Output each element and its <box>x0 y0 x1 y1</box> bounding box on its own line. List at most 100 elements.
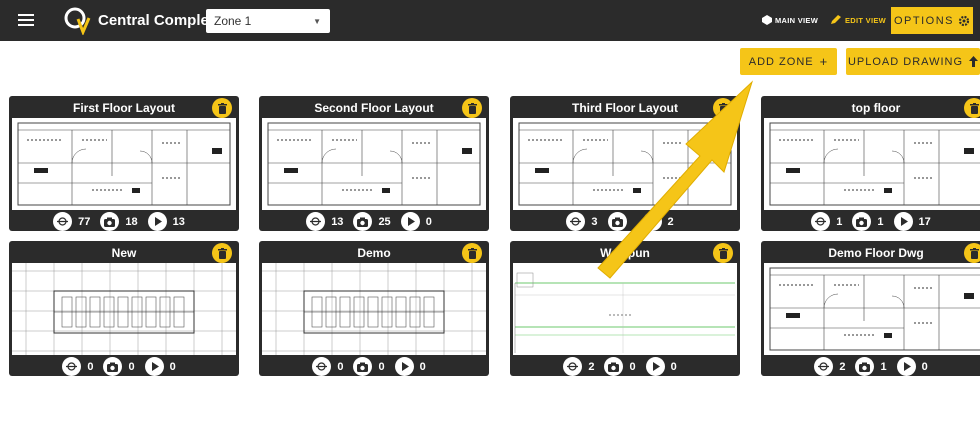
drawing-card[interactable]: Demo Floor Dwg 2 1 0 <box>761 241 980 376</box>
card-title: Second Floor Layout <box>314 101 434 115</box>
pin-icon <box>563 357 583 376</box>
photo-count: 25 <box>378 215 391 228</box>
pin-icon <box>53 212 73 231</box>
drawing-card[interactable]: Demo 0 0 0 <box>259 241 489 376</box>
pin-icon <box>566 212 586 231</box>
floor-plan-drawing <box>518 122 732 206</box>
drawing-thumbnail[interactable] <box>12 263 236 355</box>
pin-icon <box>306 212 326 231</box>
video-count: 0 <box>169 360 176 373</box>
card-counts: 3 2 <box>510 212 740 231</box>
drawing-thumbnail[interactable] <box>513 118 737 210</box>
main-view-label: MAIN VIEW <box>775 15 819 25</box>
drawing-thumbnail[interactable] <box>262 118 486 210</box>
trash-icon[interactable] <box>713 243 733 263</box>
drawing-thumbnail[interactable] <box>764 263 980 355</box>
drawing-card[interactable]: First Floor Layout 77 18 13 <box>9 96 239 231</box>
options-button[interactable]: OPTIONS <box>891 7 973 34</box>
photo-count: 18 <box>125 215 138 228</box>
photo-count: 1 <box>880 360 887 373</box>
play-icon <box>394 357 414 376</box>
play-icon <box>896 357 916 376</box>
drawing-thumbnail[interactable] <box>764 118 980 210</box>
card-title: Welspun <box>600 246 650 260</box>
drawing-card[interactable]: Welspun 2 0 0 <box>510 241 740 376</box>
drawing-thumbnail[interactable] <box>262 263 486 355</box>
photo-count: 1 <box>877 215 884 228</box>
top-bar: Central Complex Zone 1 ▼ MAIN VIEW EDIT … <box>0 0 980 41</box>
pin-count: 1 <box>836 215 843 228</box>
pin-count: 0 <box>337 360 344 373</box>
photo-count: 0 <box>128 360 135 373</box>
floor-plan-drawing <box>769 267 980 351</box>
camera-icon <box>100 212 120 231</box>
pin-icon <box>62 357 82 376</box>
trash-icon[interactable] <box>462 98 482 118</box>
trash-icon[interactable] <box>713 98 733 118</box>
camera-icon <box>855 357 875 376</box>
video-count: 2 <box>667 215 674 228</box>
pin-icon <box>312 357 332 376</box>
card-counts: 77 18 13 <box>9 212 239 231</box>
pin-count: 0 <box>87 360 94 373</box>
trash-icon[interactable] <box>462 243 482 263</box>
eye-icon <box>762 15 772 25</box>
pin-count: 13 <box>331 215 344 228</box>
trash-icon[interactable] <box>212 243 232 263</box>
pin-count: 2 <box>839 360 846 373</box>
drawing-card[interactable]: top floor 1 1 17 <box>761 96 980 231</box>
photo-count: 0 <box>629 360 636 373</box>
arrow-up-icon <box>969 56 979 67</box>
pencil-icon <box>831 15 841 24</box>
play-icon <box>400 212 420 231</box>
camera-icon <box>103 357 123 376</box>
play-icon <box>144 357 164 376</box>
gear-icon <box>958 15 970 26</box>
card-title: top floor <box>851 101 901 115</box>
trash-icon[interactable] <box>212 98 232 118</box>
play-icon <box>893 212 913 231</box>
video-count: 0 <box>425 215 432 228</box>
zone-select-value: Zone 1 <box>214 14 252 28</box>
trash-icon[interactable] <box>964 243 980 263</box>
camera-icon <box>607 212 627 231</box>
edit-view-label: EDIT VIEW <box>845 15 887 25</box>
options-label: OPTIONS <box>893 14 954 27</box>
video-count: 0 <box>921 360 928 373</box>
play-icon <box>645 357 665 376</box>
zone-select[interactable]: Zone 1 ▼ <box>206 9 330 33</box>
photo-count: 0 <box>378 360 385 373</box>
floor-plan-drawing <box>769 122 980 206</box>
trash-icon[interactable] <box>964 98 980 118</box>
logo-icon <box>64 7 91 35</box>
card-counts: 13 25 0 <box>259 212 489 231</box>
floor-plan-drawing <box>12 263 236 355</box>
drawing-card[interactable]: New 0 0 0 <box>9 241 239 376</box>
card-counts: 0 0 0 <box>259 357 489 376</box>
play-icon <box>642 212 662 231</box>
card-title: Third Floor Layout <box>572 101 678 115</box>
edit-view-link[interactable]: EDIT VIEW <box>830 15 886 25</box>
pin-count: 3 <box>591 215 598 228</box>
floor-plan-drawing <box>514 272 735 353</box>
add-zone-button[interactable]: ADD ZONE + <box>740 48 837 75</box>
card-title: Demo <box>357 246 391 260</box>
drawing-thumbnail[interactable] <box>12 118 236 210</box>
main-view-link[interactable]: MAIN VIEW <box>762 15 818 25</box>
upload-drawing-button[interactable]: UPLOAD DRAWING <box>846 48 980 75</box>
pin-count: 77 <box>78 215 91 228</box>
drawing-thumbnail[interactable] <box>513 263 737 355</box>
camera-icon <box>604 357 624 376</box>
pin-count: 2 <box>588 360 595 373</box>
floor-plan-drawing <box>262 263 486 355</box>
card-title: New <box>111 246 137 260</box>
camera-icon <box>353 357 373 376</box>
camera-icon <box>353 212 373 231</box>
menu-icon[interactable] <box>18 14 34 26</box>
drawing-card[interactable]: Second Floor Layout 13 25 0 <box>259 96 489 231</box>
card-title: Demo Floor Dwg <box>828 246 924 260</box>
play-icon <box>147 212 167 231</box>
card-counts: 0 0 0 <box>9 357 239 376</box>
plus-icon: + <box>819 54 829 69</box>
drawing-card[interactable]: Third Floor Layout 3 2 <box>510 96 740 231</box>
